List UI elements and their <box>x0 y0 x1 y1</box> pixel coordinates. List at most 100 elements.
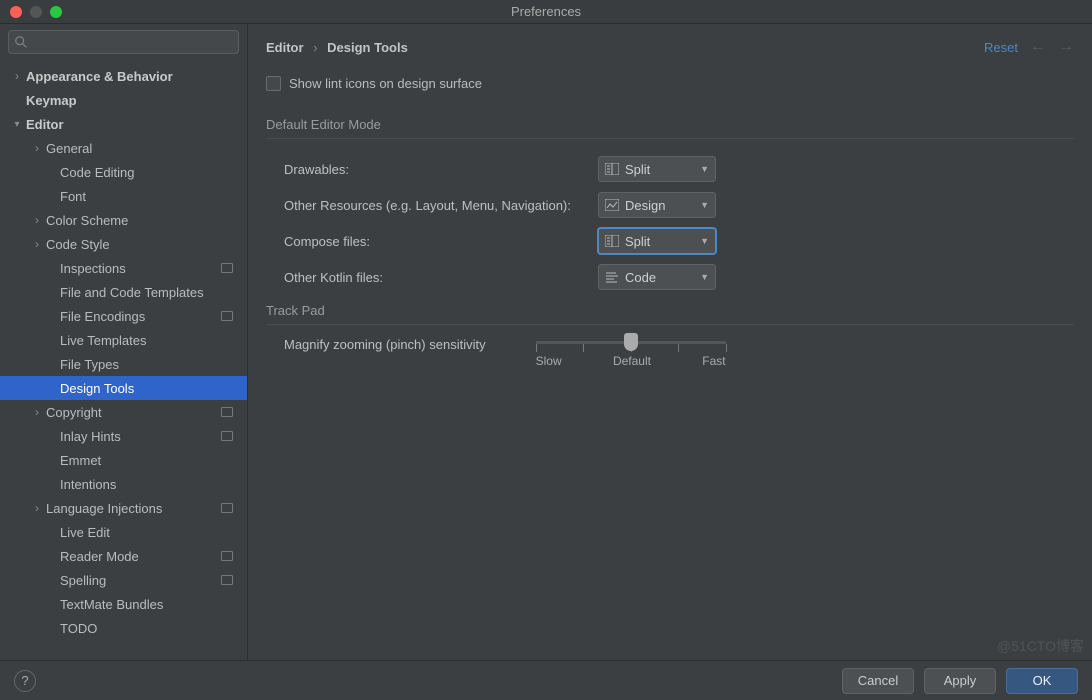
tree-item-label: Inspections <box>60 261 126 276</box>
chevron-down-icon[interactable] <box>12 119 22 130</box>
tree-item[interactable]: General <box>0 136 247 160</box>
tree-item[interactable]: Font <box>0 184 247 208</box>
scope-badge-icon <box>221 263 233 273</box>
tree-item[interactable]: Appearance & Behavior <box>0 64 247 88</box>
section-trackpad: Track Pad <box>266 303 1074 318</box>
tree-item[interactable]: Copyright <box>0 400 247 424</box>
code-mode-icon <box>605 271 619 283</box>
window-title: Preferences <box>511 4 581 19</box>
editor-mode-dropdown[interactable]: Code▼ <box>598 264 716 290</box>
tree-item[interactable]: Live Edit <box>0 520 247 544</box>
scope-badge-icon <box>221 311 233 321</box>
reset-link[interactable]: Reset <box>984 40 1018 55</box>
tree-item-label: Appearance & Behavior <box>26 69 173 84</box>
tree-item[interactable]: Design Tools <box>0 376 247 400</box>
design-mode-icon <box>605 199 619 211</box>
tree-item[interactable]: File Encodings <box>0 304 247 328</box>
content-panel: Editor › Design Tools Reset ← → Show lin… <box>248 24 1092 660</box>
section-default-editor-mode: Default Editor Mode <box>266 117 1074 132</box>
tree-item-label: Language Injections <box>46 501 162 516</box>
apply-button[interactable]: Apply <box>924 668 996 694</box>
chevron-right-icon[interactable] <box>12 69 22 83</box>
tree-item[interactable]: Color Scheme <box>0 208 247 232</box>
tree-item-label: Emmet <box>60 453 101 468</box>
nav-forward-icon[interactable]: → <box>1058 38 1074 56</box>
zoom-window-icon[interactable] <box>50 6 62 18</box>
editor-mode-dropdown[interactable]: Split▼ <box>598 156 716 182</box>
tree-item[interactable]: Keymap <box>0 88 247 112</box>
tree-item[interactable]: Inlay Hints <box>0 424 247 448</box>
chevron-right-icon[interactable] <box>32 213 42 227</box>
sidebar: Appearance & Behavior Keymap Editor General… <box>0 24 248 660</box>
editor-mode-label: Other Resources (e.g. Layout, Menu, Navi… <box>284 198 598 213</box>
scope-badge-icon <box>221 575 233 585</box>
window-controls <box>10 6 62 18</box>
chevron-right-icon[interactable] <box>32 237 42 251</box>
tree-item[interactable]: Reader Mode <box>0 544 247 568</box>
breadcrumb-root[interactable]: Editor <box>266 40 304 55</box>
slider-mark-mid: Default <box>613 354 651 368</box>
tree-item[interactable]: Language Injections <box>0 496 247 520</box>
tree-item-label: Editor <box>26 117 64 132</box>
search-input[interactable] <box>8 30 239 54</box>
tree-item[interactable]: File Types <box>0 352 247 376</box>
cancel-button[interactable]: Cancel <box>842 668 914 694</box>
breadcrumb-leaf: Design Tools <box>327 40 408 55</box>
dropdown-value: Split <box>625 162 709 177</box>
tree-item[interactable]: Emmet <box>0 448 247 472</box>
chevron-right-icon: › <box>313 40 317 55</box>
ok-button[interactable]: OK <box>1006 668 1078 694</box>
help-button[interactable]: ? <box>14 670 36 692</box>
tree-item-label: File and Code Templates <box>60 285 204 300</box>
editor-mode-label: Compose files: <box>284 234 598 249</box>
settings-tree: Appearance & Behavior Keymap Editor General… <box>0 60 247 660</box>
tree-item-label: Font <box>60 189 86 204</box>
chevron-down-icon: ▼ <box>700 236 709 246</box>
tree-item-label: File Types <box>60 357 119 372</box>
tree-item-label: TODO <box>60 621 97 636</box>
tree-item[interactable]: File and Code Templates <box>0 280 247 304</box>
slider-thumb[interactable] <box>624 333 638 351</box>
tree-item-label: Live Edit <box>60 525 110 540</box>
scope-badge-icon <box>221 407 233 417</box>
magnify-sensitivity-slider[interactable]: Slow Default Fast <box>536 333 726 368</box>
chevron-right-icon[interactable] <box>32 501 42 515</box>
titlebar: Preferences <box>0 0 1092 24</box>
chevron-right-icon[interactable] <box>32 141 42 155</box>
dropdown-value: Design <box>625 198 709 213</box>
tree-item[interactable]: Intentions <box>0 472 247 496</box>
show-lint-checkbox[interactable] <box>266 76 281 91</box>
tree-item-label: Color Scheme <box>46 213 128 228</box>
tree-item-label: General <box>46 141 92 156</box>
tree-item-label: Code Editing <box>60 165 134 180</box>
tree-item[interactable]: Spelling <box>0 568 247 592</box>
dropdown-value: Code <box>625 270 709 285</box>
chevron-down-icon: ▼ <box>700 200 709 210</box>
scope-badge-icon <box>221 431 233 441</box>
scope-badge-icon <box>221 503 233 513</box>
tree-item[interactable]: Inspections <box>0 256 247 280</box>
minimize-window-icon[interactable] <box>30 6 42 18</box>
tree-item[interactable]: TODO <box>0 616 247 640</box>
tree-item-label: TextMate Bundles <box>60 597 163 612</box>
tree-item[interactable]: TextMate Bundles <box>0 592 247 616</box>
nav-back-icon[interactable]: ← <box>1030 38 1046 56</box>
chevron-right-icon[interactable] <box>32 405 42 419</box>
tree-item[interactable]: Code Style <box>0 232 247 256</box>
chevron-down-icon: ▼ <box>700 272 709 282</box>
tree-item[interactable]: Live Templates <box>0 328 247 352</box>
editor-mode-label: Drawables: <box>284 162 598 177</box>
tree-item[interactable]: Code Editing <box>0 160 247 184</box>
chevron-down-icon: ▼ <box>700 164 709 174</box>
slider-mark-high: Fast <box>702 354 725 368</box>
editor-mode-row: Other Resources (e.g. Layout, Menu, Navi… <box>266 187 1074 223</box>
split-mode-icon <box>605 235 619 247</box>
tree-item-label: Intentions <box>60 477 116 492</box>
tree-item[interactable]: Editor <box>0 112 247 136</box>
close-window-icon[interactable] <box>10 6 22 18</box>
editor-mode-dropdown[interactable]: Split▼ <box>598 228 716 254</box>
tree-item-label: Keymap <box>26 93 77 108</box>
editor-mode-dropdown[interactable]: Design▼ <box>598 192 716 218</box>
editor-mode-row: Other Kotlin files:Code▼ <box>266 259 1074 295</box>
tree-item-label: Design Tools <box>60 381 134 396</box>
